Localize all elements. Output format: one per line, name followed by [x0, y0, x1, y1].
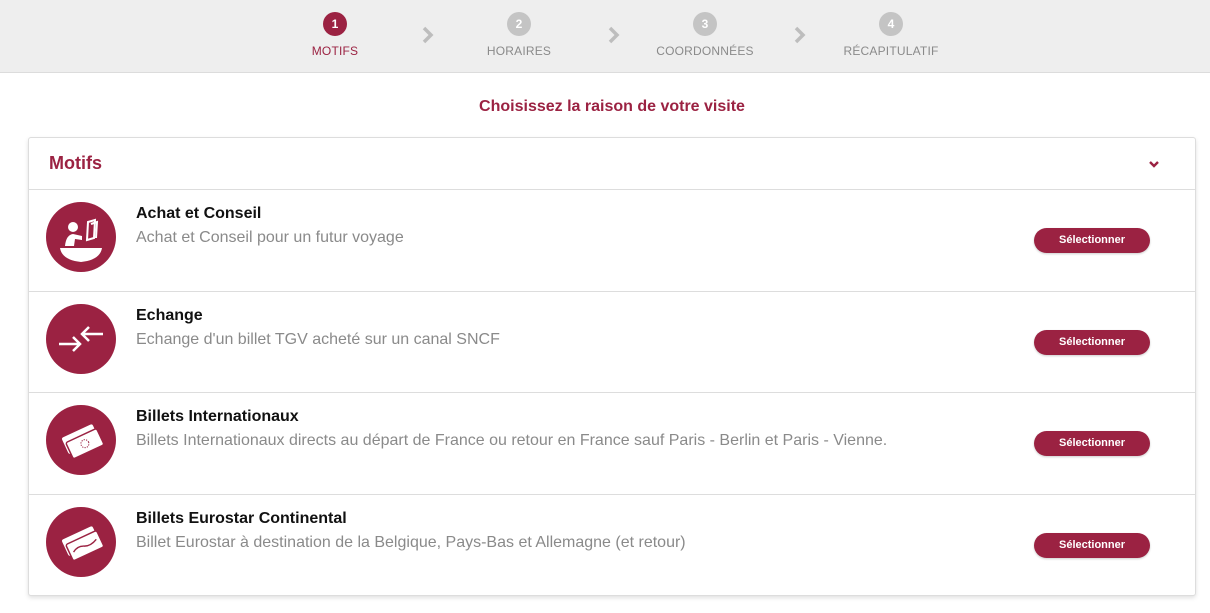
- item-title: Billets Internationaux: [136, 408, 299, 425]
- panel-header[interactable]: Motifs: [29, 138, 1195, 190]
- step-number: 4: [879, 12, 903, 36]
- list-item: Achat et Conseil Achat et Conseil pour u…: [29, 190, 1195, 292]
- step-label: MOTIFS: [311, 44, 359, 58]
- step-label: HORAIRES: [486, 44, 552, 58]
- chevron-down-icon[interactable]: [1147, 157, 1161, 171]
- step-horaires[interactable]: 2 HORAIRES: [439, 12, 599, 58]
- motifs-panel: Motifs Achat et Conseil Achat et Conseil…: [28, 137, 1196, 596]
- step-number: 3: [693, 12, 717, 36]
- step-motifs[interactable]: 1 MOTIFS: [255, 12, 415, 58]
- step-label: COORDONNÉES: [656, 44, 754, 58]
- list-item: Echange Echange d'un billet TGV acheté s…: [29, 292, 1195, 393]
- select-button[interactable]: Sélectionner: [1034, 532, 1150, 558]
- item-title: Echange: [136, 306, 203, 324]
- page-heading: Choisissez la raison de votre visite: [479, 98, 745, 115]
- exchange-arrows-icon: [46, 303, 116, 374]
- select-button[interactable]: Sélectionner: [1034, 329, 1150, 355]
- step-number: 1: [323, 12, 347, 36]
- list-item: Billets Eurostar Continental Billet Euro…: [29, 495, 1195, 596]
- item-description: Echange d'un billet TGV acheté sur un ca…: [136, 330, 500, 348]
- select-button[interactable]: Sélectionner: [1034, 228, 1150, 253]
- step-coordonnees[interactable]: 3 COORDONNÉES: [625, 12, 785, 58]
- chevron-right-icon: [793, 26, 807, 44]
- step-label: RÉCAPITULATIF: [843, 44, 939, 58]
- chevron-right-icon: [421, 26, 435, 44]
- item-description: Achat et Conseil pour un futur voyage: [136, 229, 404, 246]
- step-recapitulatif[interactable]: 4 RÉCAPITULATIF: [811, 12, 971, 58]
- eurostar-ticket-icon: [46, 506, 116, 577]
- panel-title: Motifs: [49, 153, 102, 173]
- chevron-right-icon: [607, 26, 621, 44]
- item-description: Billet Eurostar à destination de la Belg…: [136, 533, 686, 551]
- item-title: Achat et Conseil: [136, 205, 262, 222]
- international-tickets-icon: [46, 405, 116, 475]
- progress-stepper: 1 MOTIFS 2 HORAIRES 3 COORDONNÉES 4 RÉCA…: [0, 0, 1210, 73]
- list-item: Billets Internationaux Billets Internati…: [29, 393, 1195, 495]
- ticket-counter-icon: [46, 202, 116, 272]
- select-button[interactable]: Sélectionner: [1034, 431, 1150, 456]
- step-number: 2: [507, 12, 531, 36]
- item-description: Billets Internationaux directs au départ…: [136, 432, 888, 449]
- item-title: Billets Eurostar Continental: [136, 509, 347, 527]
